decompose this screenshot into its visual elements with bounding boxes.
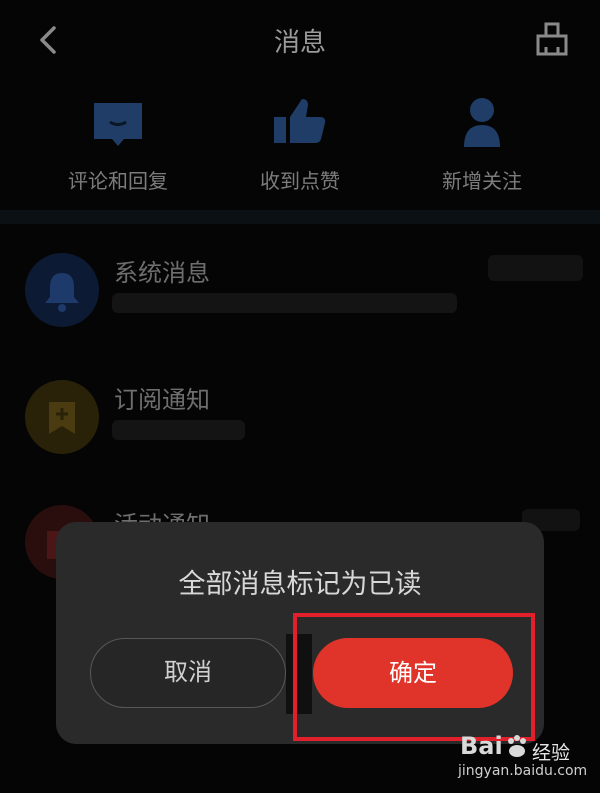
section-divider — [0, 210, 600, 224]
baidu-watermark: Bai 经验 jingyan.baidu.com — [440, 730, 590, 785]
quick-actions: 评论和回复 收到点赞 新增关注 — [0, 95, 600, 195]
top-bar: 消息 — [0, 0, 600, 80]
cancel-button[interactable]: 取消 — [90, 638, 286, 708]
quick-action-label: 收到点赞 — [260, 169, 340, 193]
list-item-title: 系统消息 — [114, 259, 210, 287]
comment-icon — [94, 103, 142, 146]
preview-placeholder — [112, 293, 457, 313]
subscribe-icon — [25, 380, 99, 454]
time-placeholder — [488, 255, 583, 281]
watermark-brand-cn: 经验 — [532, 742, 571, 764]
thumbs-up-icon — [274, 99, 326, 143]
list-item[interactable]: 订阅通知 — [0, 380, 600, 490]
confirm-highlight-box — [293, 613, 535, 741]
quick-action-label: 评论和回复 — [68, 169, 168, 193]
quick-action-likes[interactable]: 收到点赞 — [220, 95, 380, 194]
quick-action-followers[interactable]: 新增关注 — [402, 95, 562, 194]
bell-icon — [25, 253, 99, 327]
list-item[interactable]: 系统消息 — [0, 253, 600, 363]
clear-all-icon[interactable] — [532, 20, 572, 60]
quick-action-label: 新增关注 — [442, 169, 522, 193]
person-icon — [464, 98, 500, 147]
preview-placeholder — [112, 420, 245, 440]
page-title: 消息 — [273, 28, 326, 58]
watermark-domain: jingyan.baidu.com — [458, 763, 588, 779]
list-item-title: 订阅通知 — [114, 386, 210, 414]
dialog-title: 全部消息标记为已读 — [178, 569, 422, 600]
watermark-brand: Bai — [460, 732, 503, 760]
quick-action-comments[interactable]: 评论和回复 — [38, 95, 198, 194]
paw-icon — [508, 735, 526, 757]
